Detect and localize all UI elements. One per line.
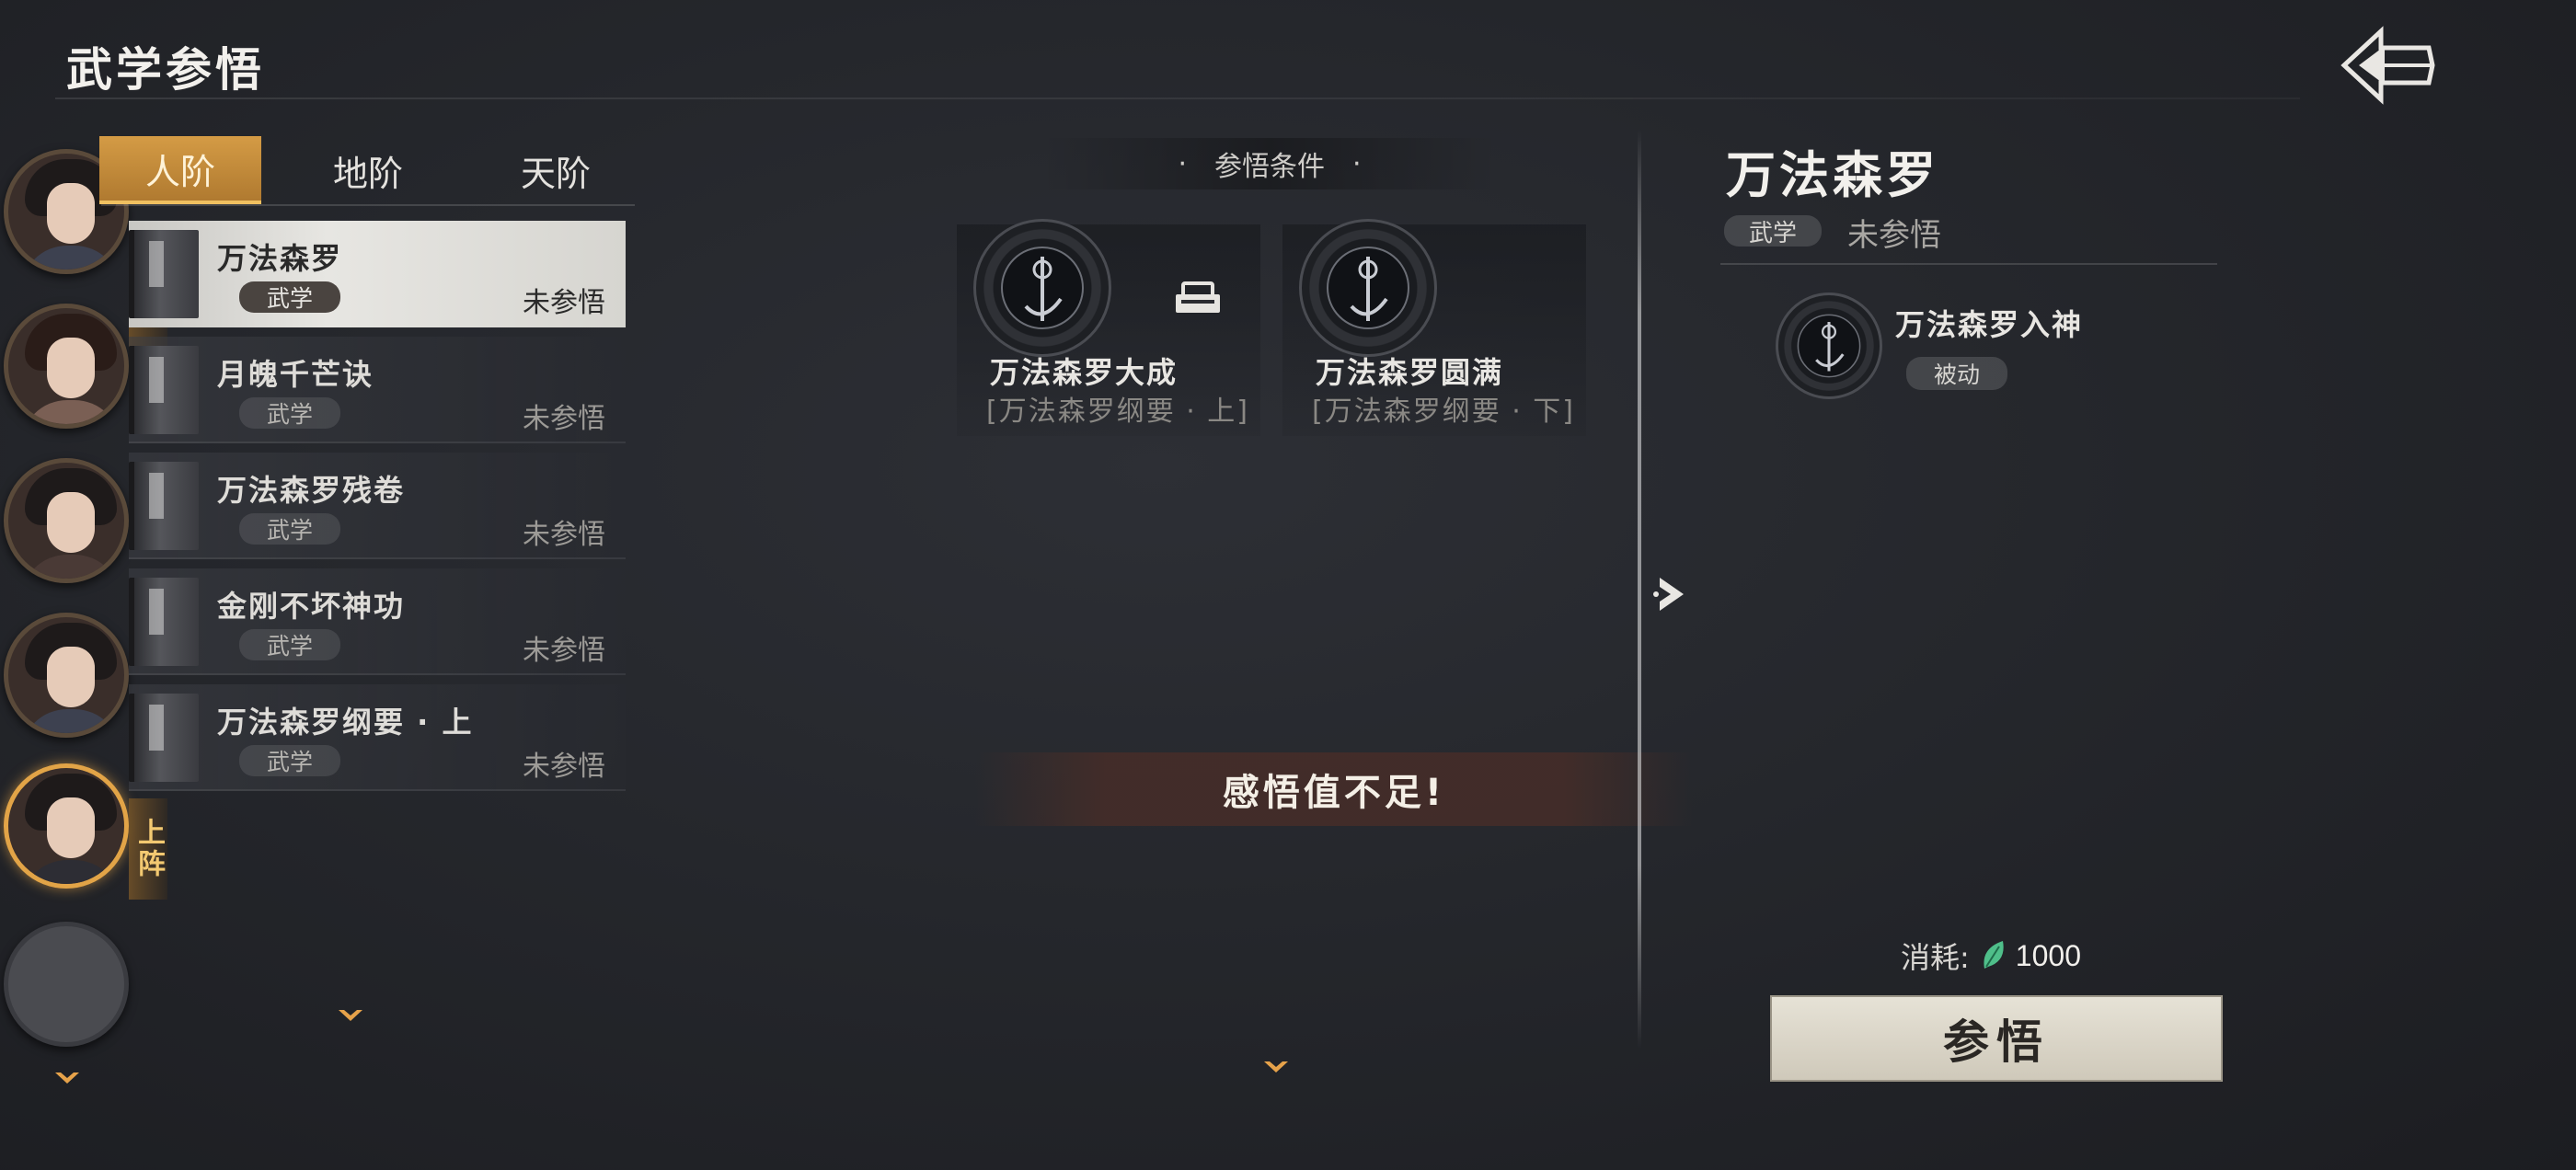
chevron-right-icon[interactable] — [1647, 557, 1698, 631]
skill-name: 万法森罗残卷 — [217, 473, 406, 508]
skill-type-tag: 武学 — [239, 513, 340, 545]
skill-name: 万法森罗 — [217, 241, 343, 276]
skill-type-tag: 武学 — [239, 745, 340, 776]
passive-tag: 被动 — [1906, 357, 2007, 390]
page-title: 武学参悟 — [66, 43, 265, 97]
condition-requirement: [万法森罗纲要 · 下] — [1312, 396, 1576, 428]
conditions-title: · 参悟条件 · — [1040, 138, 1500, 189]
cost-label: 消耗: — [1901, 940, 1970, 975]
chevron-down-icon[interactable] — [337, 1006, 364, 1025]
tab-earth-tier[interactable]: 地阶 — [287, 136, 449, 204]
character-slot-empty[interactable] — [4, 922, 129, 1047]
condition-name: 万法森罗圆满 — [1316, 355, 1504, 390]
title-dot: · — [1352, 147, 1362, 180]
skill-book-icon — [129, 346, 199, 434]
cost-display: 消耗: 1000 — [1901, 935, 2081, 977]
skill-emblem-icon — [973, 219, 1111, 357]
title-dot: · — [1178, 147, 1187, 180]
skill-list-item[interactable]: 万法森罗 武学 未参悟 — [129, 221, 626, 327]
condition-card[interactable]: 万法森罗圆满 [万法森罗纲要 · 下] — [1282, 219, 1586, 436]
skill-type-tag: 武学 — [239, 629, 340, 660]
insufficient-insight-toast: 感悟值不足! — [975, 752, 1693, 826]
skill-type-tag: 武学 — [239, 281, 340, 313]
skill-state: 未参悟 — [523, 519, 605, 551]
skill-state: 未参悟 — [523, 751, 605, 783]
skill-list-item[interactable]: 万法森罗纲要 · 上 武学 未参悟 — [129, 684, 626, 791]
skill-list-item[interactable]: 万法森罗残卷 武学 未参悟 — [129, 453, 626, 559]
condition-name: 万法森罗大成 — [990, 355, 1179, 390]
character-avatar-2[interactable] — [4, 304, 129, 429]
skill-state: 未参悟 — [523, 403, 605, 435]
character-avatar-4[interactable] — [4, 613, 129, 738]
tab-human-tier[interactable]: 人阶 — [99, 136, 261, 204]
skill-name: 金刚不坏神功 — [217, 589, 406, 624]
skill-book-icon — [129, 462, 199, 550]
character-avatar-5[interactable] — [4, 763, 129, 889]
back-arrow-icon[interactable] — [2337, 24, 2438, 107]
detail-state: 未参悟 — [1847, 217, 1941, 254]
chevron-down-icon[interactable] — [53, 1069, 81, 1087]
skill-name: 月魄千芒诀 — [217, 357, 374, 392]
panel-divider — [1638, 129, 1641, 1049]
tab-heaven-tier[interactable]: 天阶 — [475, 136, 637, 204]
skill-emblem-icon — [1299, 219, 1437, 357]
conditions-title-text: 参悟条件 — [1214, 151, 1325, 183]
character-avatar-3[interactable] — [4, 458, 129, 583]
skill-type-tag: 武学 — [239, 397, 340, 429]
detail-divider — [1720, 263, 2217, 265]
skill-book-icon — [129, 694, 199, 782]
passive-skill-icon[interactable] — [1776, 292, 1882, 399]
skill-list-item[interactable]: 金刚不坏神功 武学 未参悟 — [129, 568, 626, 675]
skill-book-icon — [129, 230, 199, 318]
enlighten-button[interactable]: 参悟 — [1770, 995, 2223, 1082]
lock-icon — [1176, 281, 1220, 313]
tabs-divider — [101, 204, 635, 206]
deployed-tag: 上阵 — [129, 798, 167, 900]
leaf-currency-icon — [1984, 941, 2004, 969]
skill-list-item[interactable]: 月魄千芒诀 武学 未参悟 — [129, 337, 626, 443]
detail-skill-name: 万法森罗 — [1726, 146, 1939, 204]
header-divider — [55, 98, 2300, 99]
skill-name: 万法森罗纲要 · 上 — [217, 705, 474, 740]
condition-requirement: [万法森罗纲要 · 上] — [986, 396, 1250, 428]
passive-skill-name: 万法森罗入神 — [1895, 307, 2084, 342]
condition-card[interactable]: 万法森罗大成 [万法森罗纲要 · 上] — [957, 219, 1260, 436]
skill-state: 未参悟 — [523, 287, 605, 319]
cost-value: 1000 — [2015, 938, 2081, 972]
skill-state: 未参悟 — [523, 635, 605, 667]
detail-type-tag: 武学 — [1724, 215, 1822, 247]
chevron-down-icon[interactable] — [1262, 1058, 1290, 1076]
skill-book-icon — [129, 578, 199, 666]
